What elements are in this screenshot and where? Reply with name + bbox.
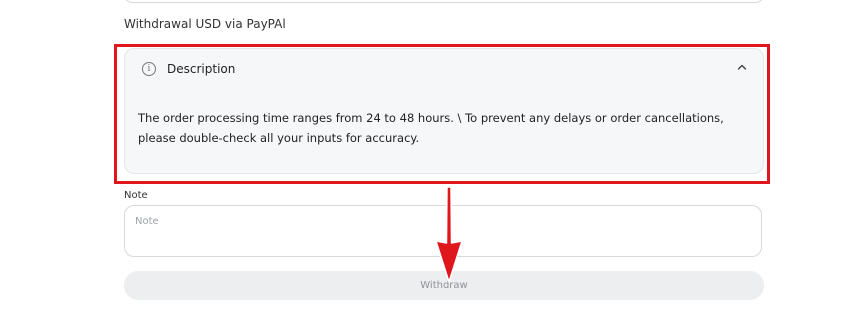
description-header[interactable]: i Description [142,62,235,76]
description-panel: i Description The order processing time … [124,48,764,174]
withdrawal-method-label: Withdrawal USD via PayPAl [124,17,286,31]
previous-field-bottom [123,0,765,3]
red-arrow-annotation [435,186,463,283]
chevron-up-icon[interactable] [737,63,747,71]
description-title: Description [167,62,236,76]
info-icon: i [142,62,156,76]
description-text: The order processing time ranges from 24… [138,111,724,145]
note-label: Note [124,190,148,201]
